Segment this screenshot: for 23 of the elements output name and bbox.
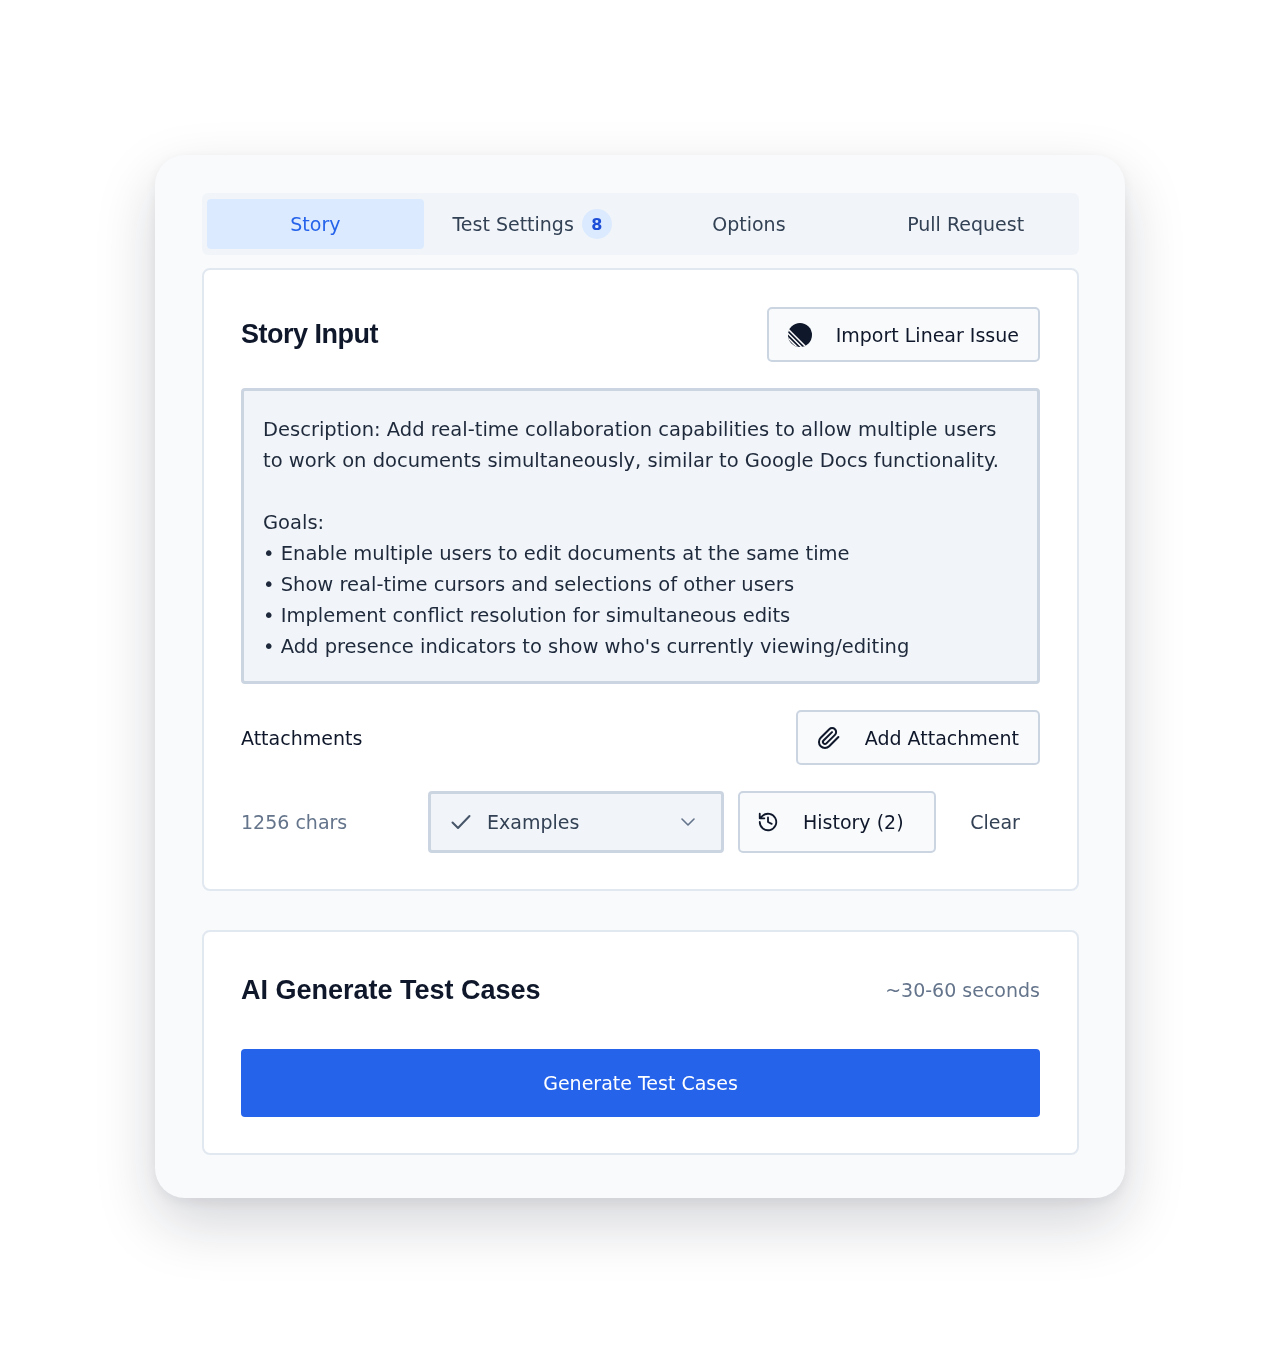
clock-arrow-icon <box>757 811 779 833</box>
dropdown-value: Examples <box>487 811 580 833</box>
striped-circle-icon <box>787 322 812 347</box>
tab[interactable]: Pull Request <box>857 199 1074 249</box>
history-button[interactable]: History (2) <box>738 791 936 853</box>
tab[interactable]: Story <box>207 199 424 249</box>
paperclip-icon <box>816 725 841 750</box>
char-count: 1256 chars <box>241 811 349 833</box>
story-textarea[interactable]: Description: Add real-time collaboration capabilities to allow multiple users to work on documents simultaneously, similar to Google Docs functionality. Goals: • Enable multiple users to edit documents at the same time • Show real-time cursors and selections of other users • Implement conflict resolution for simultaneous edits • Add presence indicators to show who's currently viewing/editing <box>241 388 1040 684</box>
tab[interactable]: Test Settings 8 <box>423 199 641 249</box>
examples-dropdown[interactable]: Examples <box>428 791 724 853</box>
generate-button[interactable]: Generate Test Cases <box>241 1049 1040 1117</box>
tab[interactable]: Options <box>640 199 858 249</box>
import-button[interactable]: Import Linear Issue <box>766 307 1040 362</box>
count-badge: 8 <box>581 209 612 239</box>
panel-title: AI Generate Test Cases <box>241 974 541 1006</box>
chevron-down-icon <box>681 818 695 826</box>
add-attachment-button[interactable]: Add Attachment <box>795 710 1040 765</box>
panel-title: Story Input <box>241 319 378 350</box>
attachments-label: Attachments <box>241 726 363 749</box>
time-estimate: ~30-60 seconds <box>885 979 1040 1001</box>
clear-button[interactable]: Clear <box>950 791 1040 853</box>
check-icon <box>451 814 471 830</box>
